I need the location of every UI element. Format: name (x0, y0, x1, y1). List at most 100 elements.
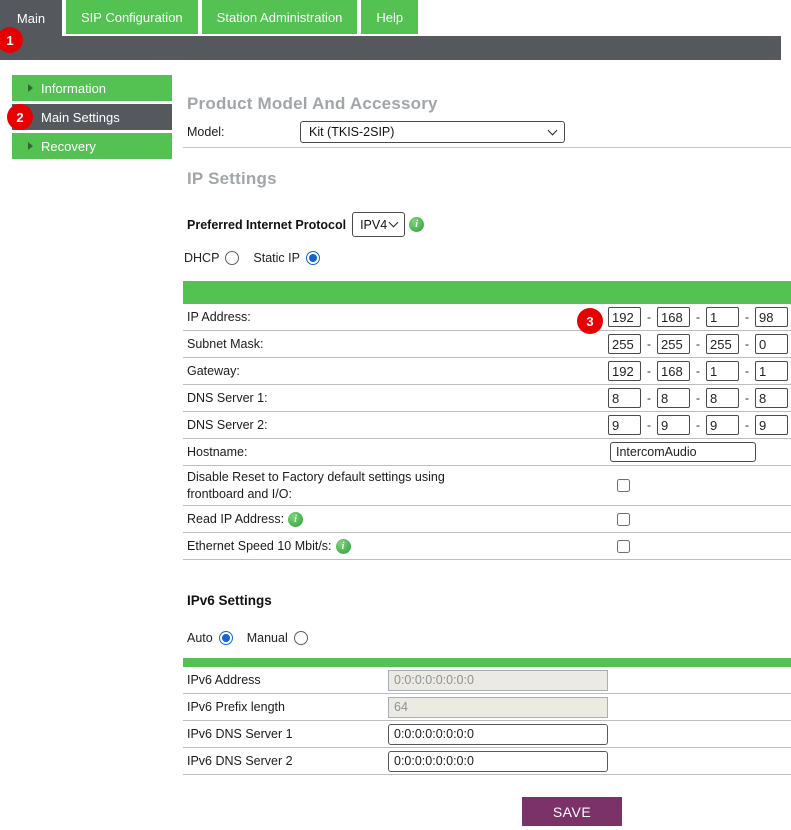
model-label: Model: (187, 125, 300, 139)
row-label-cell: Ethernet Speed 10 Mbit/s: i (183, 539, 608, 554)
row-control-cell (608, 513, 791, 526)
subnet-mask-octet-4[interactable] (755, 334, 788, 354)
row-label: IPv6 DNS Server 1 (183, 727, 388, 741)
octet-separator: - (641, 391, 657, 405)
disable-reset-to-factory-default-settings-using-frontboard-and-i-o-checkbox[interactable] (617, 479, 630, 492)
ip-mode-radios: DHCPStatic IP (184, 250, 791, 266)
nav-tab-help[interactable]: Help (361, 0, 418, 34)
ipv6-table-header-bar (183, 658, 791, 667)
row-label-cell: Subnet Mask: (183, 337, 608, 351)
octet-separator: - (641, 337, 657, 351)
sidebar: Information Main Settings Recovery (12, 75, 172, 162)
model-row: Model: Kit (TKIS-2SIP) (183, 121, 791, 143)
dns-server-2-octet-2[interactable] (657, 415, 690, 435)
table-row: IPv6 Prefix length (183, 694, 791, 721)
table-row: DNS Server 2: --- (183, 412, 791, 439)
ip-mode-label-dhcp: DHCP (184, 251, 219, 265)
octet-separator: - (690, 310, 706, 324)
ip-address-octet-3[interactable] (706, 307, 739, 327)
row-label: Ethernet Speed 10 Mbit/s: (187, 539, 332, 553)
info-icon: i (336, 539, 351, 554)
ipv6-mode-label-manual: Manual (247, 631, 288, 645)
octet-separator: - (641, 310, 657, 324)
hostname-input[interactable] (610, 442, 756, 462)
protocol-select[interactable]: IPV4 (352, 212, 405, 237)
row-control-cell: --- (608, 361, 791, 381)
row-control-cell (608, 540, 791, 553)
octet-separator: - (641, 364, 657, 378)
dns-server-1-octet-1[interactable] (608, 388, 641, 408)
subnet-mask-octet-2[interactable] (657, 334, 690, 354)
sidebar-item-label: Recovery (41, 139, 96, 154)
sidebar-item-main-settings[interactable]: Main Settings (12, 104, 172, 130)
annotation-badge-3: 3 (577, 308, 603, 334)
gateway-octet-3[interactable] (706, 361, 739, 381)
dns-server-2-octet-1[interactable] (608, 415, 641, 435)
ipv6-mode-radios: Auto Manual (187, 630, 791, 646)
ip-mode-radio-static-ip[interactable] (306, 251, 320, 265)
subnet-mask-octet-3[interactable] (706, 334, 739, 354)
ip-address-octet-1[interactable] (608, 307, 641, 327)
ipv6-mode-radio-manual[interactable] (294, 631, 308, 645)
ipv6-prefix-length-input (388, 697, 608, 718)
ethernet-speed-10-mbit-s-checkbox[interactable] (617, 540, 630, 553)
row-control-cell: --- (608, 334, 791, 354)
nav-tab-sip-configuration[interactable]: SIP Configuration (66, 0, 198, 34)
ip-address-octet-2[interactable] (657, 307, 690, 327)
row-label-cell: DNS Server 1: (183, 391, 608, 405)
table-row: Ethernet Speed 10 Mbit/s: i (183, 533, 791, 560)
top-nav: MainSIP ConfigurationStation Administrat… (0, 0, 418, 37)
gateway-octet-2[interactable] (657, 361, 690, 381)
ipv6-dns-server-2-input[interactable] (388, 751, 608, 772)
row-label: IPv6 DNS Server 2 (183, 754, 388, 768)
ip-address-octet-4[interactable] (755, 307, 788, 327)
read-ip-address-checkbox[interactable] (617, 513, 630, 526)
protocol-label: Preferred Internet Protocol (187, 218, 346, 232)
gateway-octet-4[interactable] (755, 361, 788, 381)
protocol-select-value: IPV4 (360, 218, 387, 232)
octet-separator: - (690, 337, 706, 351)
row-label: DNS Server 1: (187, 391, 268, 405)
row-label: Subnet Mask: (187, 337, 263, 351)
dns-server-1-octet-2[interactable] (657, 388, 690, 408)
dns-server-1-octet-3[interactable] (706, 388, 739, 408)
sidebar-item-recovery[interactable]: Recovery (12, 133, 172, 159)
save-button[interactable]: SAVE (522, 797, 622, 826)
dns-server-2-octet-3[interactable] (706, 415, 739, 435)
ipv6-dns-server-1-input[interactable] (388, 724, 608, 745)
ipv6-table: IPv6 AddressIPv6 Prefix length IPv6 DNS S… (183, 667, 791, 775)
subnet-mask-octet-1[interactable] (608, 334, 641, 354)
ipv6-mode-label-auto: Auto (187, 631, 213, 645)
octet-group: --- (608, 361, 788, 381)
table-row: Subnet Mask: - - - (183, 331, 791, 358)
annotation-badge-2: 2 (7, 104, 33, 130)
table-row: DNS Server 1:--- (183, 385, 791, 412)
sidebar-item-information[interactable]: Information (12, 75, 172, 101)
chevron-right-icon (28, 142, 33, 150)
table-row: Gateway: --- (183, 358, 791, 385)
row-label: Disable Reset to Factory default setting… (187, 469, 497, 503)
octet-group: --- (608, 334, 788, 354)
table-row: IP Address:--- (183, 304, 791, 331)
dns-server-1-octet-4[interactable] (755, 388, 788, 408)
row-label: Gateway: (187, 364, 240, 378)
info-icon: i (409, 217, 424, 232)
ip-mode-radio-dhcp[interactable] (225, 251, 239, 265)
ipv6-mode-radio-auto[interactable] (219, 631, 233, 645)
row-label: Hostname: (187, 445, 247, 459)
model-select-value: Kit (TKIS-2SIP) (309, 125, 394, 139)
table-row: Disable Reset to Factory default setting… (183, 466, 791, 506)
dns-server-2-octet-4[interactable] (755, 415, 788, 435)
gateway-octet-1[interactable] (608, 361, 641, 381)
model-select[interactable]: Kit (TKIS-2SIP) (300, 121, 565, 143)
octet-separator: - (739, 337, 755, 351)
row-control-cell: --- (608, 415, 791, 435)
table-row: IPv6 Address (183, 667, 791, 694)
header-bar (0, 36, 781, 60)
protocol-row: Preferred Internet Protocol IPV4 i (187, 212, 791, 237)
nav-tab-station-administration[interactable]: Station Administration (202, 0, 358, 34)
row-label: DNS Server 2: (187, 418, 268, 432)
chevron-down-icon (389, 218, 399, 228)
row-label-cell: IP Address: (183, 310, 608, 324)
divider (183, 147, 791, 148)
